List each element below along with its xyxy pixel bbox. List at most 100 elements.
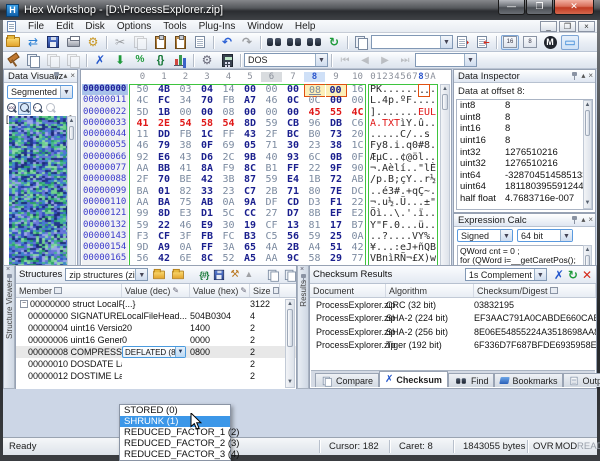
hex-byte[interactable]: F9 (218, 163, 239, 174)
hex-byte[interactable]: 9C (283, 253, 304, 264)
options-button[interactable]: ⚙ (84, 35, 102, 50)
chevron-down-icon[interactable]: ▼ (560, 230, 572, 241)
paste-button[interactable] (151, 35, 169, 50)
column-algorithm[interactable]: Algorithm (389, 286, 427, 296)
hex-byte[interactable]: 71 (283, 186, 304, 197)
hex-byte[interactable]: 2F (132, 174, 153, 185)
hex-byte[interactable]: AA (132, 197, 153, 208)
chevron-down-icon[interactable]: ▼ (135, 269, 147, 280)
inspector-row[interactable]: int64-328704514585133048 (457, 170, 592, 182)
hex-byte[interactable]: A9 (154, 242, 175, 253)
hex-byte[interactable]: AB (347, 174, 368, 185)
chevron-down-icon[interactable]: ▼ (315, 54, 327, 66)
find-prev-button[interactable] (305, 35, 323, 50)
hex-byte[interactable]: CF (261, 220, 282, 231)
calculator-button[interactable] (218, 53, 236, 68)
hex-byte[interactable]: FC (218, 231, 239, 242)
hex-byte[interactable]: 79 (154, 140, 175, 151)
hex-byte[interactable]: FF (218, 129, 239, 140)
hex-byte[interactable]: C7 (240, 186, 261, 197)
hex-byte[interactable]: B0 (304, 129, 325, 140)
title-bar[interactable]: H Hex Workshop - [D:\ProcessExplorer.zip… (0, 0, 600, 20)
hex-byte[interactable]: 93 (283, 152, 304, 163)
reload-button[interactable]: ⇄ (24, 35, 42, 50)
menu-file[interactable]: File (22, 20, 50, 33)
hex-byte[interactable]: 54 (218, 118, 239, 129)
column-value-dec[interactable]: Value (dec) (125, 286, 170, 296)
collapse-icon[interactable]: ▴ (63, 71, 67, 80)
hex-byte[interactable]: BB (154, 163, 175, 174)
hex-byte[interactable]: 8D (154, 208, 175, 219)
bits-combobox[interactable]: 64 bit ▼ (517, 229, 573, 242)
dropdown-item[interactable]: REDUCED_FACTOR_2 (3) (120, 438, 230, 449)
hex-byte[interactable]: 40 (261, 152, 282, 163)
hex-byte[interactable]: F1 (326, 197, 347, 208)
ascii-char[interactable]: " (430, 197, 436, 208)
menu-window[interactable]: Window (241, 20, 289, 33)
hex-byte[interactable]: 19 (240, 220, 261, 231)
hex-byte[interactable]: 14 (218, 84, 239, 95)
structure-options-button[interactable]: ⚒ (230, 267, 239, 282)
hex-byte[interactable]: EF (326, 208, 347, 219)
mdi-close-button[interactable]: × (578, 21, 595, 32)
chevron-down-icon[interactable]: ▼ (175, 347, 185, 357)
hex-byte[interactable]: 96 (304, 118, 325, 129)
hex-byte[interactable]: 0B (326, 152, 347, 163)
hex-byte[interactable]: 0F (197, 140, 218, 151)
hex-byte[interactable]: 41 (175, 163, 196, 174)
hex-byte[interactable]: 27 (261, 208, 282, 219)
structure-viewer-strip[interactable]: × Structure Viewer (3, 265, 15, 389)
export-button[interactable] (191, 35, 209, 50)
charset-8bit-button[interactable]: 8 (521, 35, 539, 50)
hex-byte[interactable]: C6 (347, 118, 368, 129)
collapse-expander-icon[interactable]: − (20, 300, 28, 308)
hex-byte[interactable]: B1 (261, 163, 282, 174)
hex-byte[interactable]: 2C (218, 152, 239, 163)
refresh-icon[interactable]: ↻ (568, 269, 578, 281)
dropdown-item[interactable]: STORED (0) (120, 405, 230, 416)
hex-byte[interactable]: CD (283, 197, 304, 208)
visualizer-mode-combobox[interactable]: Segmented (Pale ▼ (7, 85, 73, 99)
hex-byte[interactable]: 3A (218, 242, 239, 253)
compare-button[interactable] (352, 35, 370, 50)
inspector-row[interactable]: int168 (457, 123, 592, 135)
edit-structure-button[interactable]: {#} (199, 267, 208, 282)
hex-byte[interactable]: 0C (283, 95, 304, 106)
hex-byte[interactable]: A4 (304, 242, 325, 253)
complement-combobox[interactable]: 1s Complement ▼ (465, 268, 547, 281)
hex-byte[interactable]: DD (154, 129, 175, 140)
statistics-button[interactable]: % (131, 53, 149, 68)
ascii-char[interactable]: . (430, 84, 436, 95)
ascii-char[interactable]: . (430, 231, 436, 242)
menu-edit[interactable]: Edit (50, 20, 79, 33)
ascii-char[interactable]: È (430, 163, 436, 174)
dropdown-item[interactable]: REDUCED_FACTOR_1 (2) (120, 427, 230, 438)
hex-byte[interactable]: 77 (347, 253, 368, 264)
hex-byte[interactable]: 9D (132, 242, 153, 253)
status-ovr-toggle[interactable]: OVR (533, 440, 554, 453)
chevron-down-icon[interactable]: ▼ (60, 86, 72, 98)
bookmark-combobox[interactable]: ▼ (415, 53, 477, 67)
structure-row[interactable]: −00000000 struct LocalFile...{...}3122 (16, 298, 296, 310)
status-mod-toggle[interactable]: MOD (555, 440, 577, 453)
dropdown-item[interactable]: SHRUNK (1) (120, 416, 230, 427)
hex-byte[interactable]: 80 (304, 186, 325, 197)
hex-byte[interactable]: 45 (304, 107, 325, 118)
structure-row[interactable]: 00000012 DOSTIME Las...2 (16, 370, 296, 382)
hex-byte[interactable]: 00 (347, 95, 368, 106)
hex-byte[interactable]: F3 (132, 231, 153, 242)
hex-byte[interactable]: AA (261, 253, 282, 264)
hex-byte[interactable]: 00 (261, 107, 282, 118)
checksum-button[interactable]: ✗ (91, 53, 109, 68)
hex-byte[interactable]: 56 (283, 231, 304, 242)
hex-byte[interactable]: D6 (197, 152, 218, 163)
hex-byte[interactable]: CF (154, 231, 175, 242)
hex-byte[interactable]: 42 (154, 253, 175, 264)
scroll-up-icon[interactable]: ▲ (286, 300, 294, 309)
checksum-row[interactable]: ProcessExplorer.zipSHA-2 (256 bit)8E06E5… (310, 325, 596, 339)
hex-byte[interactable]: 56 (132, 253, 153, 264)
inspector-row[interactable]: uint321276510216 (457, 158, 592, 170)
hex-byte[interactable]: FB (218, 95, 239, 106)
close-button[interactable]: ✕ (554, 0, 594, 15)
macro-button[interactable]: M (541, 35, 559, 50)
